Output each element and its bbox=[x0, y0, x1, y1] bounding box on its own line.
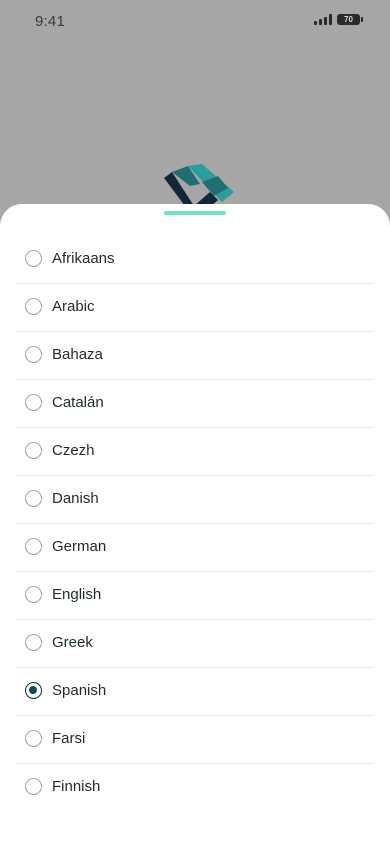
language-option-bahaza[interactable]: Bahaza bbox=[15, 332, 374, 380]
language-option-farsi[interactable]: Farsi bbox=[15, 716, 374, 764]
language-label: Catalán bbox=[52, 394, 104, 411]
language-list: Afrikaans Arabic Bahaza Catalán Czezh Da… bbox=[15, 236, 374, 811]
home-indicator-area bbox=[0, 824, 390, 844]
radio-button[interactable] bbox=[25, 778, 42, 795]
radio-button[interactable] bbox=[25, 346, 42, 363]
language-label: Czezh bbox=[52, 442, 95, 459]
status-icons: 70 bbox=[314, 14, 363, 25]
language-label: German bbox=[52, 538, 107, 555]
radio-button[interactable] bbox=[25, 394, 42, 411]
radio-button[interactable] bbox=[25, 490, 42, 507]
language-option-greek[interactable]: Greek bbox=[15, 620, 374, 668]
language-option-catalan[interactable]: Catalán bbox=[15, 380, 374, 428]
language-option-finnish[interactable]: Finnish bbox=[15, 764, 374, 811]
cellular-signal-icon bbox=[314, 14, 332, 25]
language-option-german[interactable]: German bbox=[15, 524, 374, 572]
language-option-english[interactable]: English bbox=[15, 572, 374, 620]
radio-button[interactable] bbox=[25, 730, 42, 747]
language-label: English bbox=[52, 586, 102, 603]
language-label: Finnish bbox=[52, 778, 101, 795]
language-label: Spanish bbox=[52, 682, 107, 699]
language-option-arabic[interactable]: Arabic bbox=[15, 284, 374, 332]
battery-icon: 70 bbox=[337, 14, 363, 25]
language-label: Afrikaans bbox=[52, 250, 115, 267]
language-option-afrikaans[interactable]: Afrikaans bbox=[15, 236, 374, 284]
language-label: Danish bbox=[52, 490, 99, 507]
language-option-spanish[interactable]: Spanish bbox=[15, 668, 374, 716]
status-bar: 9:41 70 bbox=[0, 0, 390, 44]
language-label: Arabic bbox=[52, 298, 95, 315]
language-option-czezh[interactable]: Czezh bbox=[15, 428, 374, 476]
language-label: Farsi bbox=[52, 730, 86, 747]
sheet-drag-handle[interactable] bbox=[164, 211, 226, 215]
radio-button[interactable] bbox=[25, 538, 42, 555]
radio-button[interactable] bbox=[25, 250, 42, 267]
radio-button[interactable] bbox=[25, 634, 42, 651]
language-option-danish[interactable]: Danish bbox=[15, 476, 374, 524]
language-label: Bahaza bbox=[52, 346, 103, 363]
status-time: 9:41 bbox=[35, 13, 65, 30]
language-bottom-sheet: Afrikaans Arabic Bahaza Catalán Czezh Da… bbox=[0, 204, 390, 844]
radio-button[interactable] bbox=[25, 442, 42, 459]
radio-button-selected[interactable] bbox=[25, 682, 42, 699]
language-label: Greek bbox=[52, 634, 93, 651]
radio-button[interactable] bbox=[25, 298, 42, 315]
radio-button[interactable] bbox=[25, 586, 42, 603]
